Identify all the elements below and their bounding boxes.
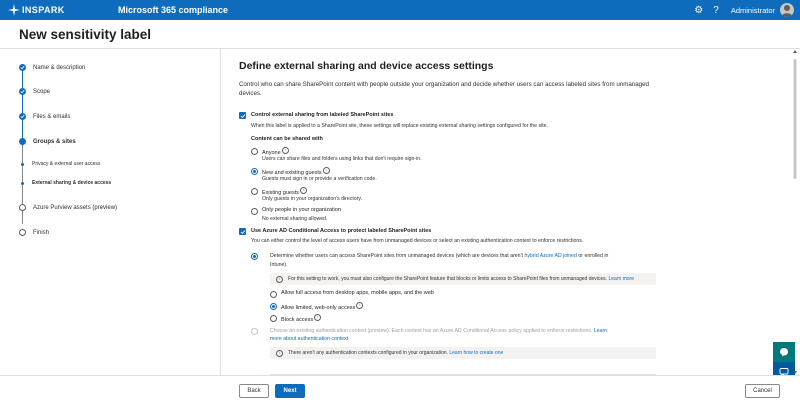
radio-existing-guests[interactable] (251, 188, 258, 195)
nav-substep-privacy[interactable]: Privacy & external user access (32, 161, 100, 167)
nav-step-files-emails[interactable]: Files & emails (19, 113, 70, 120)
auth-context-text: Choose an existing authentication contex… (270, 328, 608, 334)
brand-logo[interactable]: INSPARK (0, 4, 108, 16)
current-step-icon (19, 138, 26, 145)
check-icon (240, 229, 245, 234)
check-icon (19, 113, 26, 120)
app-title[interactable]: Microsoft 365 compliance (118, 5, 228, 15)
info-bar-sharepoint: i For this setting to work, you must als… (270, 273, 656, 285)
wizard-footer: Back Next Cancel (0, 375, 800, 404)
radio-new-existing-guests-label: New and existing guests i (262, 167, 330, 176)
nav-step-scope[interactable]: Scope (19, 88, 50, 95)
control-sharing-desc: When this label is applied to a SharePoi… (251, 123, 549, 129)
learn-auth-link[interactable]: Learn (594, 328, 607, 334)
nav-step-label: Files & emails (33, 113, 71, 120)
content-shared-with-label: Content can be shared with (251, 136, 323, 142)
control-sharing-label: Control external sharing from labeled Sh… (251, 112, 394, 118)
unmanaged-devices-text-cont: Intune). (270, 262, 288, 268)
nav-pending-line (22, 146, 23, 224)
learn-more-link[interactable]: Learn more (608, 276, 634, 282)
info-bar-auth-context: i There aren't any authentication contex… (270, 347, 656, 359)
radio-new-existing-guests[interactable] (251, 168, 258, 175)
conditional-access-label: Use Azure AD Conditional Access to prote… (251, 228, 432, 234)
nav-step-name-description[interactable]: Name & description (19, 64, 85, 71)
radio-existing-guests-desc: Only guests in your organization's direc… (262, 196, 363, 202)
help-icon[interactable]: ? (713, 5, 719, 16)
feedback-icon (780, 348, 788, 357)
feedback-button[interactable] (773, 342, 795, 362)
radio-auth-context[interactable] (251, 328, 258, 335)
next-button[interactable]: Next (275, 384, 305, 398)
radio-limited-access-label: Allow limited, web-only access i (281, 302, 364, 311)
control-sharing-checkbox[interactable] (239, 112, 246, 119)
radio-block-access[interactable] (270, 315, 277, 322)
wizard-nav: Name & description Scope Files & emails … (0, 49, 221, 375)
info-icon[interactable]: i (356, 302, 364, 309)
scrollbar[interactable] (792, 49, 798, 375)
auth-context-dropdown[interactable] (270, 365, 656, 375)
nav-substep-external-sharing[interactable]: External sharing & device access (32, 180, 111, 186)
cancel-button[interactable]: Cancel (745, 384, 780, 398)
info-icon[interactable]: i (281, 147, 289, 154)
nav-step-label: Groups & sites (33, 138, 76, 145)
nav-step-label: Name & description (33, 64, 86, 71)
radio-block-access-label: Block access i (281, 314, 322, 323)
radio-only-org-desc: No external sharing allowed. (262, 216, 328, 222)
nav-step-groups-sites[interactable]: Groups & sites (19, 138, 76, 145)
check-icon (19, 64, 26, 71)
auth-context-link-line: more about authentication context (270, 336, 348, 342)
check-icon (240, 113, 245, 118)
unmanaged-devices-text: Determine whether users can access Share… (270, 253, 609, 259)
radio-limited-access[interactable] (270, 303, 277, 310)
hybrid-azure-ad-link[interactable]: hybrid Azure AD joined (524, 253, 576, 259)
radio-anyone[interactable] (251, 148, 258, 155)
pending-step-icon (19, 229, 26, 236)
inspark-logo-icon (8, 4, 20, 16)
substep-marker (21, 182, 24, 185)
nav-step-label: Scope (33, 88, 51, 95)
nav-step-label: Azure Purview assets (preview) (33, 204, 118, 211)
nav-step-label: Finish (33, 229, 50, 236)
info-icon: i (276, 349, 283, 357)
pending-step-icon (19, 204, 26, 211)
conditional-access-desc: You can either control the level of acce… (251, 238, 584, 244)
top-bar: INSPARK Microsoft 365 compliance ⚙ ? Adm… (0, 0, 800, 20)
radio-unmanaged-devices[interactable] (251, 253, 258, 260)
back-button[interactable]: Back (239, 384, 269, 398)
brand-text: INSPARK (22, 5, 65, 15)
check-icon (19, 88, 26, 95)
user-avatar-icon (781, 5, 793, 17)
conditional-access-checkbox[interactable] (239, 228, 246, 235)
radio-full-access[interactable] (270, 291, 277, 298)
radio-existing-guests-label: Existing guests i (262, 187, 307, 196)
learn-create-link[interactable]: Learn how to create one (449, 350, 503, 356)
info-icon[interactable]: i (314, 314, 322, 321)
radio-anyone-desc: Users can share files and folders using … (262, 156, 422, 162)
radio-only-org[interactable] (251, 208, 258, 215)
section-description: Control who can share SharePoint content… (239, 81, 649, 97)
radio-only-org-label: Only people in your organization (262, 207, 341, 213)
substep-marker (21, 163, 24, 166)
auth-context-more-link[interactable]: more about authentication context (270, 336, 348, 342)
nav-step-azure-purview[interactable]: Azure Purview assets (preview) (19, 204, 117, 211)
page-title: New sensitivity label (19, 27, 152, 42)
gear-icon[interactable]: ⚙ (694, 5, 703, 16)
radio-new-existing-guests-desc: Guests must sign in or provide a verific… (262, 176, 377, 182)
radio-full-access-label: Allow full access from desktop apps, mob… (281, 290, 434, 296)
info-icon[interactable]: i (300, 187, 307, 194)
info-icon[interactable]: i (322, 167, 330, 174)
nav-step-finish[interactable]: Finish (19, 229, 49, 236)
avatar[interactable] (780, 3, 794, 17)
section-heading: Define external sharing and device acces… (239, 60, 494, 72)
radio-anyone-label: Anyone i (262, 147, 289, 156)
user-name[interactable]: Administrator (731, 6, 775, 15)
info-icon: i (276, 275, 283, 283)
